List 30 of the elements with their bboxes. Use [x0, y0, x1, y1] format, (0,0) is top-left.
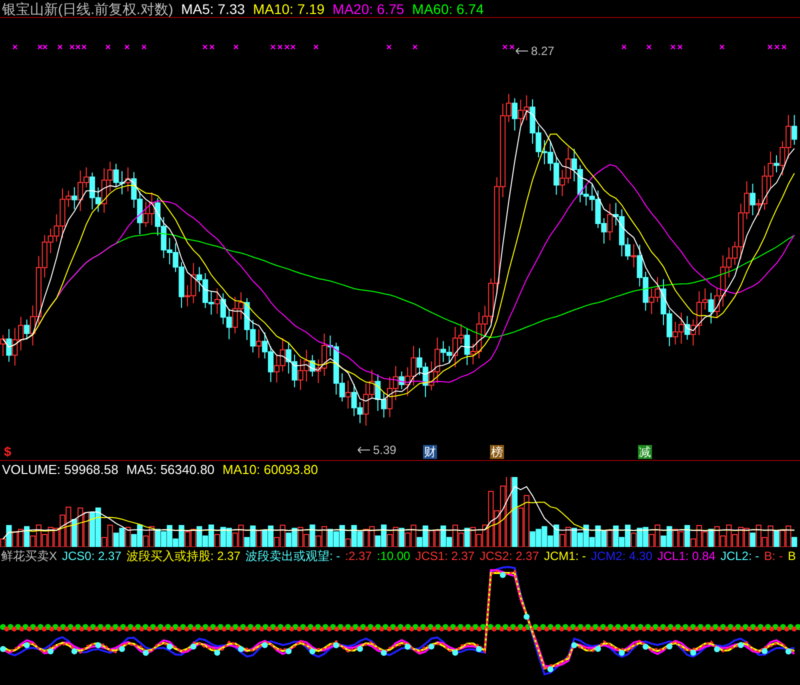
legend-item: :10.00 — [376, 550, 410, 562]
event-tag[interactable]: 财 — [423, 445, 437, 459]
low-price-label: 5.39 — [373, 444, 396, 456]
legend-item: MA5: 56340.80 — [126, 462, 215, 476]
legend-item: JCS0: 2.37 — [62, 550, 122, 562]
indicator-title: 鲜花买卖X — [1, 550, 58, 562]
high-price-label: 8.27 — [531, 45, 554, 57]
legend-item: 波段买入或持股: 2.37 — [126, 550, 240, 562]
legend-item: MA60: 6.74 — [412, 2, 484, 16]
legend-item: MA20: 6.75 — [332, 2, 404, 16]
chart-title: 银宝山新(日线.前复权.对数) — [2, 2, 174, 16]
legend-item: VOLUME: 59968.58 — [2, 462, 118, 476]
legend-item: JCL2: - — [720, 550, 760, 562]
legend-item: 波段卖出或观望: - — [245, 550, 340, 562]
legend-item: B — [788, 550, 796, 562]
event-tag[interactable]: 减 — [638, 445, 652, 459]
leader-line — [515, 47, 529, 55]
legend-item: MA10: 7.19 — [252, 2, 325, 16]
legend-item: MA10: 60093.80 — [222, 462, 318, 476]
legend-item: B: - — [764, 550, 783, 562]
legend-item: JCM1: - — [544, 550, 586, 562]
legend-item: JCS1: 2.37 — [415, 550, 475, 562]
leader-line — [357, 446, 371, 454]
legend-item: JCS2: 2.37 — [480, 550, 539, 562]
event-tag[interactable]: 榜 — [490, 445, 504, 459]
legend-item: JCM2: 4.30 — [591, 550, 652, 562]
legend-item: :2.37 — [345, 550, 372, 562]
marker-symbol: $ — [4, 445, 12, 458]
legend-item: MA5: 7.33 — [181, 2, 245, 16]
legend-item: JCL1: 0.84 — [657, 550, 716, 562]
